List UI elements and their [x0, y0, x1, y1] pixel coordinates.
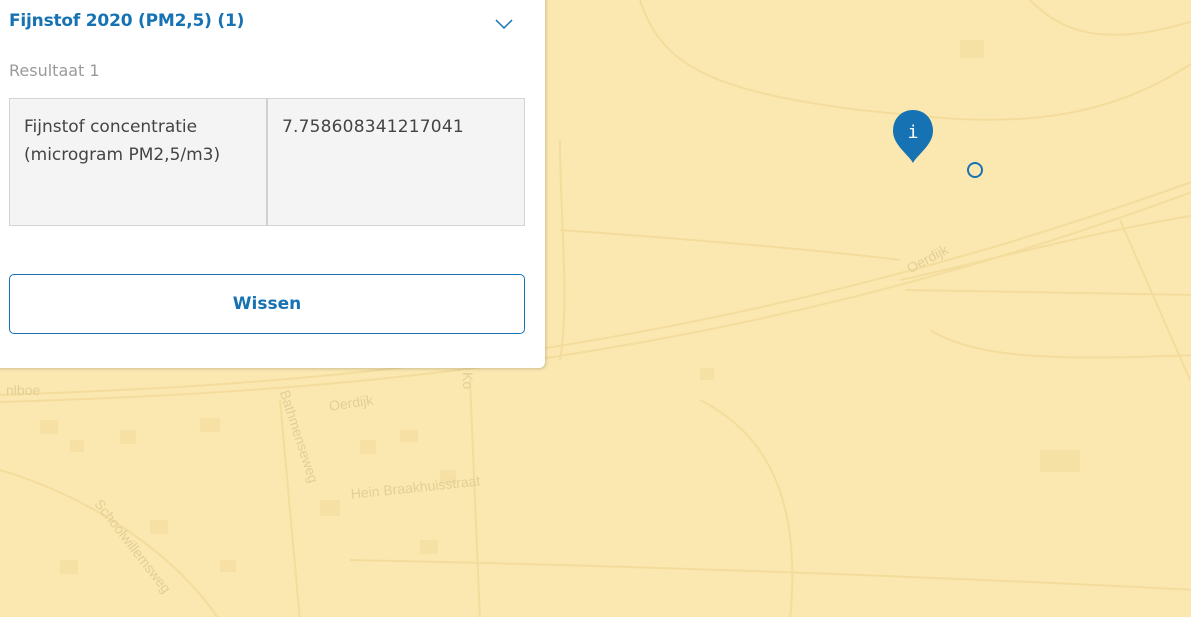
- result-group-header[interactable]: Fijnstof 2020 (PM2,5) (1): [9, 6, 529, 42]
- street-label-ko: Ko: [460, 372, 476, 390]
- clear-button[interactable]: Wissen: [9, 274, 525, 334]
- result-group-title[interactable]: Fijnstof 2020 (PM2,5) (1): [9, 11, 244, 31]
- table-row: Fijnstof concentratie (microgram PM2,5/m…: [9, 98, 525, 226]
- attribute-value: 7.758608341217041: [266, 98, 525, 226]
- feature-info-panel: Fijnstof 2020 (PM2,5) (1) Resultaat 1 Fi…: [0, 0, 545, 368]
- attribute-table: Fijnstof concentratie (microgram PM2,5/m…: [9, 98, 525, 226]
- info-pin-icon[interactable]: i: [891, 109, 939, 165]
- location-circle-marker: [967, 162, 983, 178]
- attribute-key: Fijnstof concentratie (microgram PM2,5/m…: [9, 98, 268, 226]
- result-index-label: Resultaat 1: [9, 61, 100, 80]
- chevron-down-icon[interactable]: [493, 16, 515, 32]
- info-pin-glyph: i: [908, 122, 919, 143]
- map-right-border: [1191, 0, 1197, 621]
- street-label-partial-west: nlboe: [6, 382, 41, 398]
- map-bottom-border: [0, 617, 1197, 621]
